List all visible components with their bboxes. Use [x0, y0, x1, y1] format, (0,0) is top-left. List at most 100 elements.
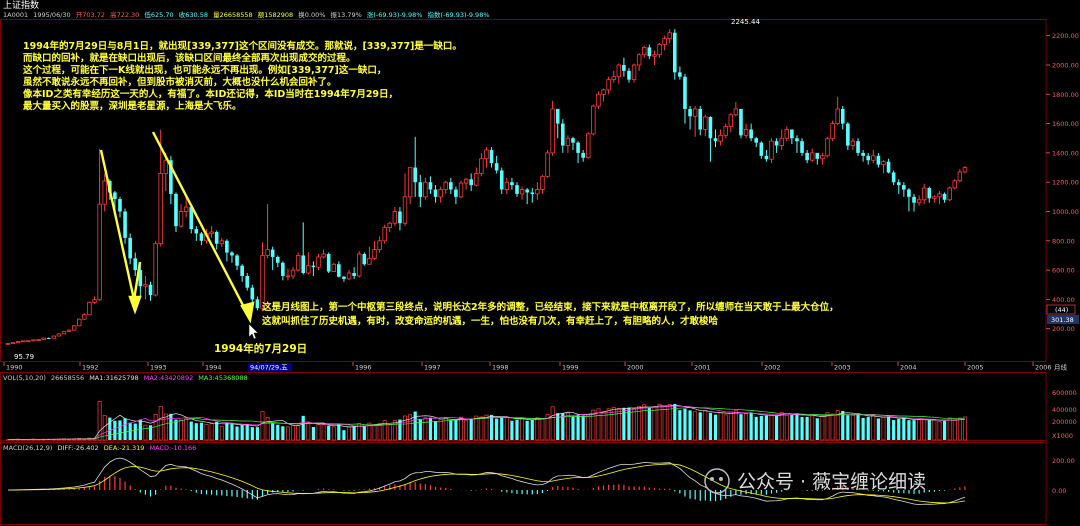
high-label: 2245.44 — [731, 18, 760, 26]
candle-body — [795, 138, 799, 142]
volume-bar — [810, 414, 815, 441]
volume-bars — [6, 401, 967, 441]
volume-bar — [372, 424, 377, 441]
volume-bar — [744, 413, 749, 441]
candle-body — [372, 249, 377, 259]
info-date: 1995/06/30 — [33, 11, 70, 19]
candle-body — [861, 152, 865, 156]
volume-bar — [235, 426, 239, 440]
candle-body — [576, 142, 580, 153]
candle-body — [912, 196, 916, 203]
volume-bar — [525, 420, 529, 440]
volume-bar — [912, 420, 916, 440]
candle-body — [535, 189, 540, 195]
candle-body — [71, 325, 77, 331]
volume-bar — [219, 425, 224, 441]
volume-bar — [342, 430, 346, 440]
info-low: 低625.70 — [144, 10, 173, 19]
candle-body — [774, 141, 779, 146]
candle-body — [846, 123, 850, 146]
middle-annotation-line: 这就叫抓住了历史机遇，有时，改变命运的机遇，一生，怕也没有几次，有幸赶上了，有胆… — [262, 315, 719, 327]
volume-bar — [495, 418, 499, 440]
candle-body — [367, 257, 372, 265]
candle-body — [896, 182, 901, 186]
year-axis: 1990199219931994951996199719981999200020… — [3, 362, 1052, 372]
volume-bar — [795, 413, 799, 440]
candle-body — [5, 342, 11, 345]
vol-ma2: MA2:43420892 — [144, 374, 193, 382]
candle-body — [240, 265, 244, 276]
volume-bar — [113, 420, 117, 440]
candle-body — [591, 105, 596, 135]
candle-body — [932, 196, 937, 199]
volume-bar — [800, 417, 804, 440]
volume-bar — [479, 416, 484, 441]
volume-axis: 600000 400000 200000 X1000 — [1052, 389, 1077, 440]
volume-bar — [616, 408, 621, 441]
price-axis-label: 600.00 — [1052, 267, 1075, 275]
candle-body — [718, 134, 723, 142]
volume-bar — [927, 420, 931, 440]
candle-body — [636, 54, 642, 66]
info-volume: 量26658558 — [213, 11, 253, 19]
candle-body — [596, 93, 601, 107]
price-axis-label: 1400.00 — [1052, 149, 1079, 157]
volume-bar — [856, 414, 860, 440]
candle-body — [688, 108, 692, 117]
volume-bar — [713, 414, 718, 440]
volume-bar — [565, 412, 570, 441]
candle-body — [769, 140, 774, 160]
candle-body — [678, 72, 682, 77]
price-axis-label: 400.00 — [1052, 296, 1075, 304]
volume-bar — [922, 419, 927, 441]
volume-bar — [540, 418, 545, 441]
candle-body — [31, 339, 36, 342]
candle-body — [622, 65, 626, 71]
info-amplitude: 振13.79% — [331, 10, 362, 19]
stock-chart[interactable]: 上证指数 1A0001 1995/06/30 开703.72 高722.30 低… — [0, 0, 1080, 526]
year-label: 2002 — [764, 364, 781, 372]
volume-bar — [286, 426, 290, 441]
price-axis-label: 800.00 — [1052, 237, 1075, 245]
volume-bar — [850, 414, 855, 441]
macd-axis-label: 0.00 — [1052, 487, 1066, 495]
candle-body — [947, 187, 952, 201]
cursor-box-label: (44) — [1055, 306, 1068, 314]
candle-body — [692, 108, 698, 117]
arrow-line-3 — [151, 131, 249, 314]
watermark-text: 公众号 · 薇宝缠论细读 — [737, 471, 926, 493]
candle-body — [764, 155, 769, 160]
volume-bar — [622, 407, 626, 440]
candle-body — [77, 318, 82, 327]
candle-body — [250, 287, 255, 300]
candle-body — [743, 129, 749, 136]
macd-dea: DEA:-21.319 — [104, 444, 145, 452]
volume-bar — [194, 423, 198, 440]
top-annotation-line: 这个过程，可能在下一K线就出现，也可能永远不再出现。例如[339,377]这一缺… — [23, 64, 386, 76]
candle-body — [627, 70, 631, 80]
volume-bar — [433, 420, 438, 440]
candle-body — [285, 275, 291, 278]
volume-bar — [169, 413, 173, 440]
volume-bar — [942, 420, 947, 440]
candle-body — [784, 129, 789, 139]
volume-bar — [886, 416, 891, 440]
candle-body — [97, 203, 102, 301]
volume-bar — [667, 404, 672, 441]
candle-body — [525, 189, 529, 193]
candle-body — [672, 32, 677, 73]
volume-bar — [184, 418, 189, 441]
cursor-value: 301.38 — [1051, 316, 1074, 324]
candle-body — [474, 173, 479, 186]
vol-header-label: VOL(5,10,20) — [3, 374, 46, 382]
candle-body — [290, 269, 296, 277]
candle-body — [158, 173, 163, 245]
candle-body — [342, 276, 346, 279]
candle-body — [733, 108, 739, 116]
volume-bar — [209, 423, 214, 441]
top-annotation-line: 而缺口的回补，就是在缺口出现后，该缺口区间最终全部再次出现成交的过程。 — [23, 52, 356, 64]
candle-body — [51, 335, 57, 339]
chart-title: 上证指数 — [3, 0, 39, 11]
candle-body — [128, 237, 132, 259]
candle-body — [916, 199, 922, 204]
